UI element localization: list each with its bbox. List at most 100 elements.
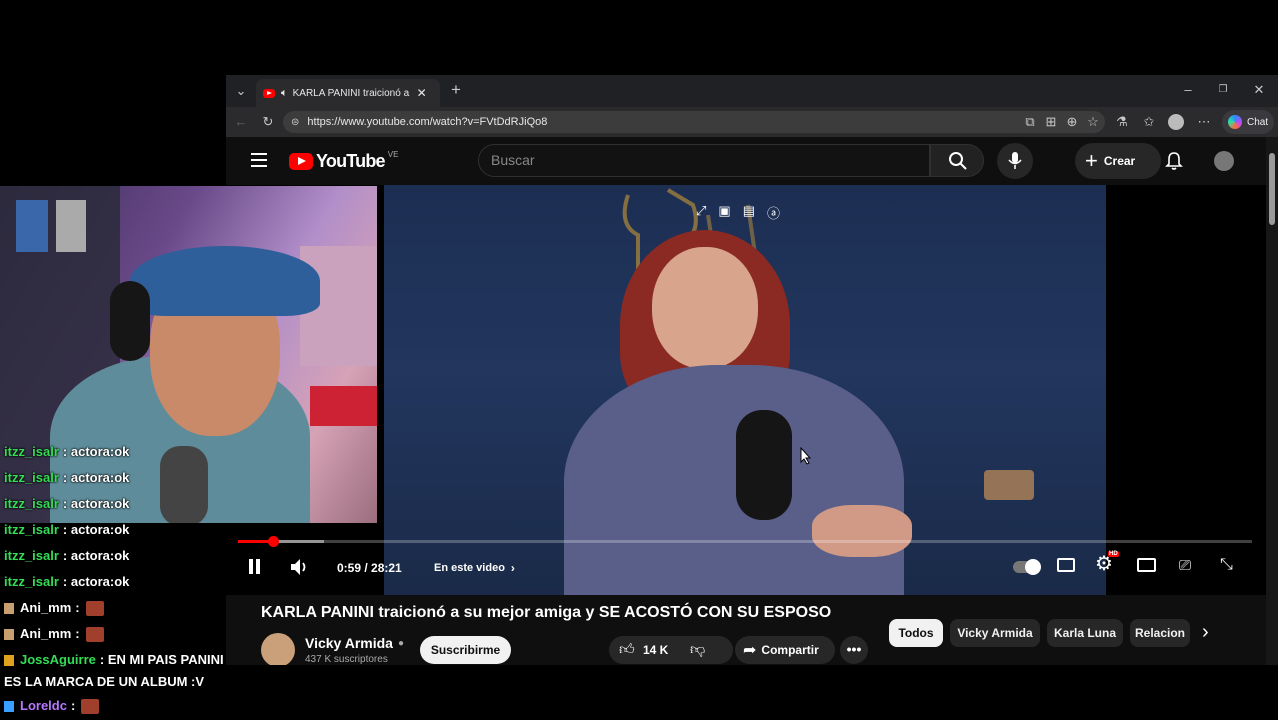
video-frame[interactable]: ⤢ ▣ ▤ ⓐ: [384, 185, 1106, 595]
chat-emote-icon: [85, 601, 104, 617]
person-hand: [812, 505, 912, 557]
browser-window: ⌄ 🔈︎ KARLA PANINI traicionó a su... ✕ + …: [226, 75, 1278, 665]
autoplay-toggle[interactable]: [1013, 559, 1041, 575]
search-button[interactable]: [930, 144, 984, 177]
channel-avatar[interactable]: [261, 633, 295, 665]
chat-username[interactable]: itzz_isalr: [4, 548, 59, 563]
chat-text: : actora:ok: [62, 496, 130, 511]
country-code: VE: [387, 150, 399, 159]
chips-next-icon[interactable]: ›: [1202, 621, 1209, 644]
translate-icon[interactable]: ⧉: [1021, 113, 1039, 131]
subscriber-count: 437 K suscriptores: [305, 654, 388, 665]
hamburger-menu-icon[interactable]: [251, 153, 267, 167]
overlay-translate-icon[interactable]: ⓐ: [767, 203, 780, 222]
scrubber-handle[interactable]: [268, 536, 280, 547]
account-avatar[interactable]: [1214, 151, 1234, 171]
like-icon[interactable]: 👍︎: [619, 641, 635, 659]
chat-text: : EN MI PAIS PANINI: [99, 652, 224, 667]
url-bar[interactable]: ⊜ https://www.youtube.com/watch?v=FVtDdR…: [283, 111, 1105, 133]
chat-message: itzz_isalr: actora:ok: [4, 522, 129, 537]
extensions-icon[interactable]: ⚗: [1113, 113, 1131, 131]
search-input[interactable]: Buscar: [478, 144, 930, 177]
chat-username[interactable]: Ani_mm: [20, 626, 71, 641]
youtube-logo[interactable]: YouTube VE: [289, 150, 399, 172]
speaker-icon[interactable]: 🔈︎: [281, 87, 288, 100]
chat-message: ES LA MARCA DE UN ALBUM :V: [4, 674, 204, 689]
chat-message: itzz_isalr: actora:ok: [4, 574, 129, 589]
video-info: KARLA PANINI traicionó a su mejor amiga …: [226, 595, 1266, 665]
youtube-header: YouTube VE Buscar + Crear: [226, 137, 1266, 185]
chat-username[interactable]: itzz_isalr: [4, 574, 59, 589]
page-scrollbar[interactable]: [1266, 137, 1278, 665]
scrollbar-thumb[interactable]: [1269, 153, 1275, 225]
chat-username[interactable]: itzz_isalr: [4, 522, 59, 537]
chat-message: itzz_isalr: actora:ok: [4, 496, 129, 511]
refresh-icon[interactable]: ↻: [259, 113, 277, 131]
chat-text: :: [70, 698, 76, 713]
video-player[interactable]: ⤢ ▣ ▤ ⓐ 0:59 / 28:21 En este video › ⚙ H…: [226, 185, 1266, 595]
progress-bar[interactable]: [238, 536, 1252, 547]
subtitles-icon[interactable]: [1057, 558, 1075, 572]
chat-username[interactable]: itzz_isalr: [4, 470, 59, 485]
restore-icon[interactable]: ❐: [1214, 81, 1232, 99]
new-tab-icon[interactable]: +: [447, 81, 465, 99]
chat-username[interactable]: JossAguirre: [20, 652, 96, 667]
browser-tab[interactable]: 🔈︎ KARLA PANINI traicionó a su... ✕: [256, 79, 440, 107]
chapters-button[interactable]: En este video ›: [434, 561, 515, 575]
copilot-label: Chat: [1247, 116, 1269, 128]
chat-text: : actora:ok: [62, 444, 130, 459]
back-icon[interactable]: ←: [232, 113, 250, 131]
chat-username[interactable]: itzz_isalr: [4, 444, 59, 459]
favorite-star-icon[interactable]: ☆: [1084, 113, 1102, 131]
chat-badge-icon: [4, 629, 14, 641]
chat-username[interactable]: itzz_isalr: [4, 496, 59, 511]
site-info-icon[interactable]: ⊜: [291, 117, 299, 128]
chat-text: : actora:ok: [62, 470, 130, 485]
more-menu-icon[interactable]: ⋯: [1195, 113, 1213, 131]
fullscreen-icon[interactable]: ⤡: [1220, 556, 1233, 574]
chip-vicky-armida[interactable]: Vicky Armida: [950, 619, 1040, 647]
create-label: Crear: [1103, 154, 1136, 168]
close-tab-icon[interactable]: ✕: [417, 86, 427, 100]
like-count: 14 K: [643, 643, 669, 657]
volume-icon: [291, 559, 306, 575]
settings-gear-icon[interactable]: ⚙: [1095, 554, 1113, 574]
channel-name[interactable]: Vicky Armida: [305, 635, 393, 651]
volume-button[interactable]: [289, 557, 311, 582]
share-button[interactable]: ➦ Compartir: [735, 636, 835, 664]
tab-list-chevron-icon[interactable]: ⌄: [232, 82, 250, 100]
mouse-cursor-icon: [800, 447, 812, 465]
voice-search-button[interactable]: [997, 143, 1033, 179]
search-icon: [949, 152, 967, 170]
chip-karla-luna[interactable]: Karla Luna: [1047, 619, 1123, 647]
close-window-icon[interactable]: ✕: [1250, 81, 1268, 99]
chip-todos[interactable]: Todos: [889, 619, 943, 647]
notifications-button[interactable]: [1165, 151, 1183, 176]
chevron-right-icon: ›: [510, 561, 515, 575]
tab-title: KARLA PANINI traicionó a su...: [292, 87, 411, 99]
chat-message: Ani_mm:: [4, 600, 104, 617]
overlay-notes-icon[interactable]: ▤: [743, 203, 755, 222]
address-bar: ← ↻ ⊜ https://www.youtube.com/watch?v=FV…: [226, 107, 1278, 137]
chat-text: ES LA MARCA DE UN ALBUM :V: [4, 674, 205, 689]
webcam-poster-2: [56, 200, 86, 252]
app-available-icon[interactable]: ⊞: [1042, 113, 1060, 131]
dislike-icon[interactable]: 👎︎: [690, 641, 705, 659]
subscribe-button[interactable]: Suscribirme: [420, 636, 511, 664]
chat-message: Ani_mm:: [4, 626, 104, 643]
create-button[interactable]: + Crear: [1075, 143, 1161, 179]
chat-username[interactable]: Ani_mm: [20, 600, 71, 615]
minimize-icon[interactable]: –: [1179, 81, 1197, 99]
zoom-icon[interactable]: ⊕: [1063, 113, 1081, 131]
overlay-video-icon[interactable]: ▣: [718, 203, 730, 222]
cast-icon[interactable]: ⎚: [1179, 557, 1191, 574]
favorites-icon[interactable]: ✩: [1140, 113, 1158, 131]
chip-relacion[interactable]: Relacion: [1130, 619, 1190, 647]
more-actions-icon[interactable]: •••: [840, 636, 868, 664]
profile-avatar[interactable]: [1168, 114, 1184, 130]
copilot-button[interactable]: Chat: [1222, 110, 1274, 134]
chat-username[interactable]: Loreldc: [20, 698, 67, 713]
channel-name-row[interactable]: Vicky Armida ●: [305, 635, 404, 651]
miniplayer-icon[interactable]: [1137, 558, 1156, 572]
overlay-resize-icon[interactable]: ⤢: [696, 203, 706, 222]
